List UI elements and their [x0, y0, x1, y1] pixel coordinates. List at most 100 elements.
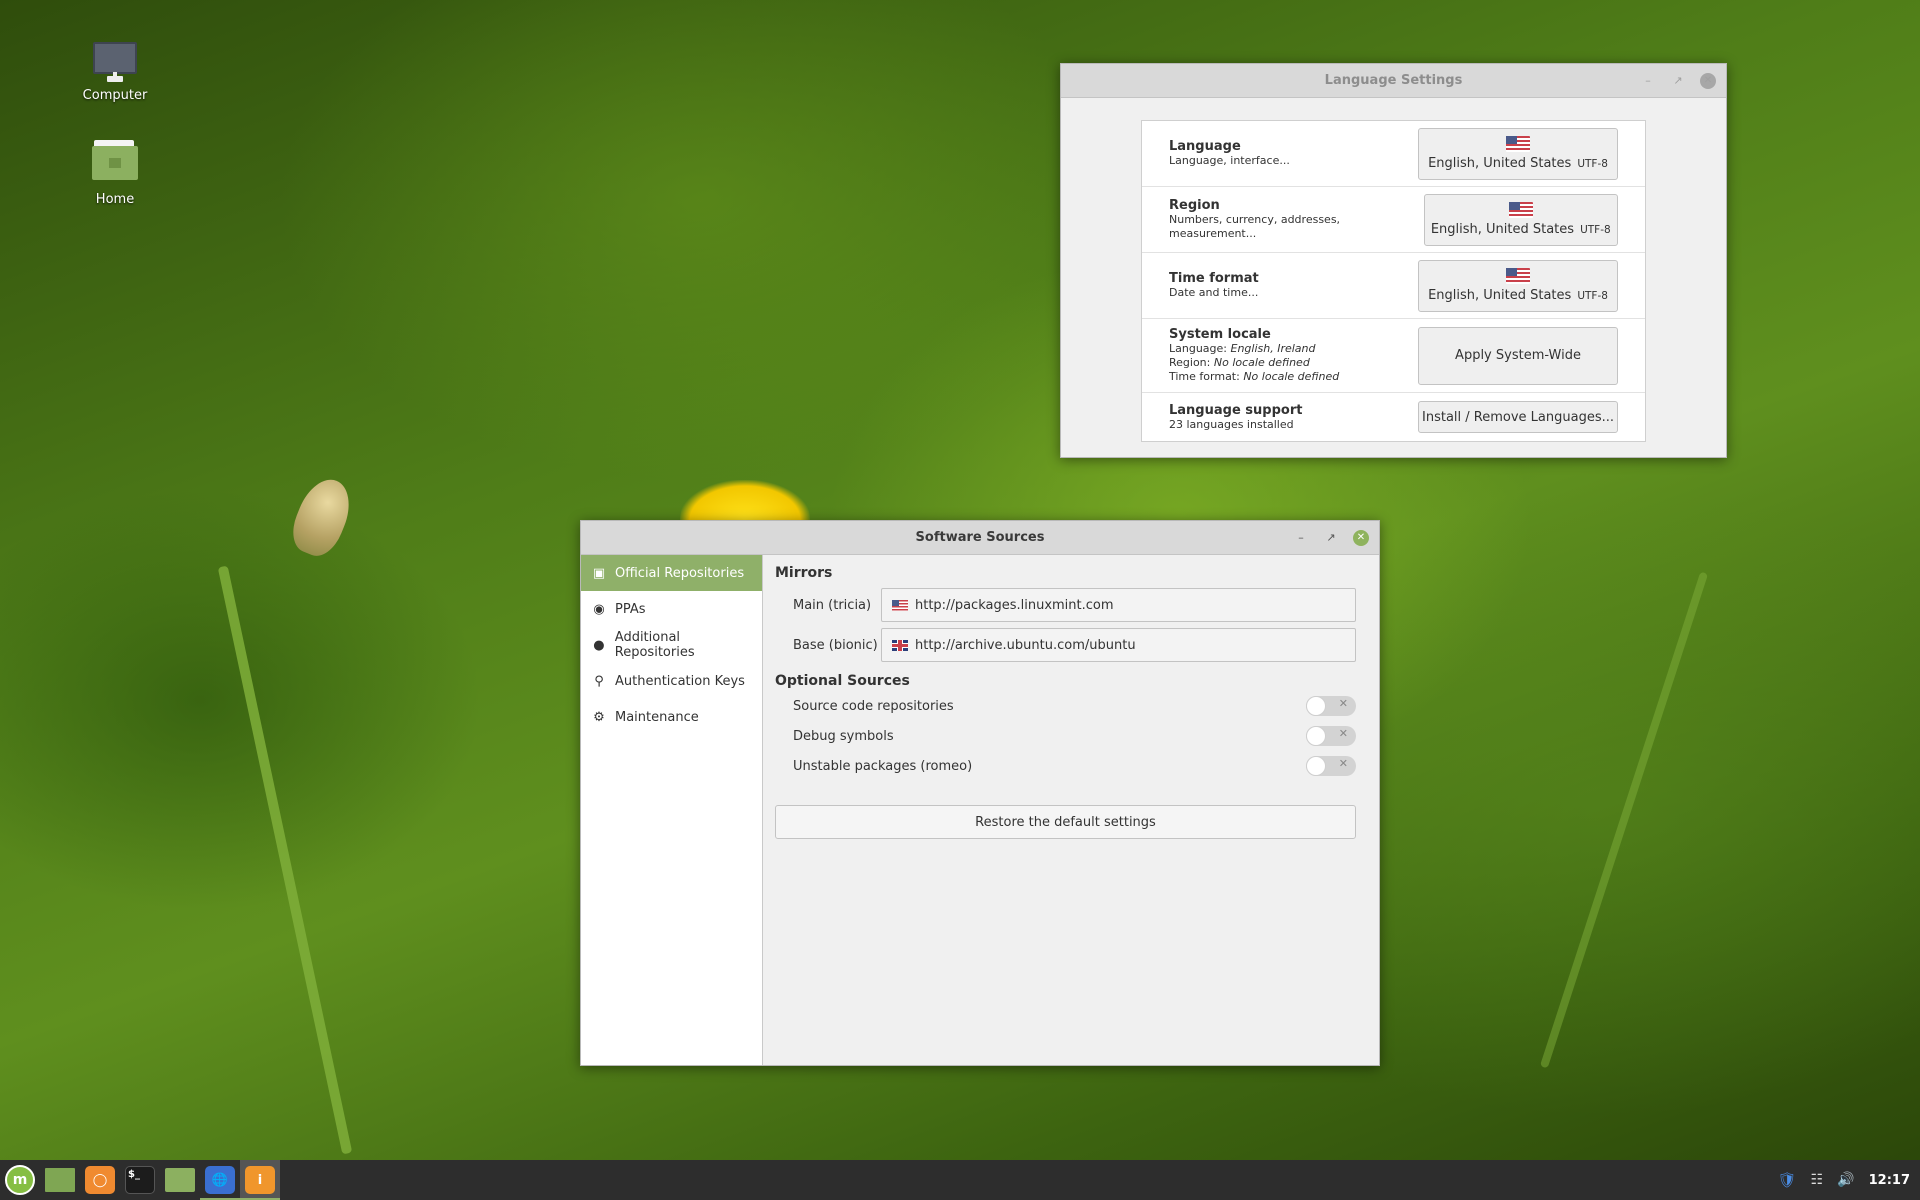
us-flag-icon [1506, 136, 1530, 152]
apply-system-wide-button[interactable]: Apply System-Wide [1418, 326, 1618, 385]
mirror-url: http://packages.linuxmint.com [915, 597, 1114, 613]
us-flag-icon [892, 599, 908, 611]
sidebar-item-label: Additional Repositories [614, 630, 695, 660]
time-format-select-button[interactable]: English, United States UTF-8 [1418, 259, 1618, 312]
close-button[interactable]: ✕ [1700, 72, 1716, 89]
row-title: Language support [1169, 402, 1303, 418]
show-desktop-button[interactable] [40, 1160, 80, 1200]
us-flag-icon [1506, 268, 1530, 284]
volume-icon[interactable]: 🔊 [1837, 1172, 1854, 1188]
update-manager-shield-icon[interactable]: 🛡 [1778, 1171, 1797, 1189]
sidebar-item-label: Authentication Keys [615, 673, 745, 689]
language-support-row: Language support 23 languages installed … [1142, 393, 1645, 441]
network-icon[interactable]: ☷ [1811, 1172, 1824, 1188]
option-label: Source code repositories [793, 698, 954, 714]
sidebar-item-label: Maintenance [615, 709, 699, 725]
row-subtitle: Language, interface... [1169, 154, 1290, 167]
region-select-button[interactable]: English, United States UTF-8 [1423, 193, 1618, 246]
option-source-code: Source code repositories ✕ [775, 691, 1356, 721]
key-icon: ⚲ [594, 673, 604, 689]
language-settings-icon: 🌐 [205, 1166, 235, 1194]
firefox-icon: ◯ [85, 1166, 115, 1194]
wallpaper-bud [285, 471, 359, 563]
sidebar-item-authentication-keys[interactable]: ⚲ Authentication Keys [581, 663, 762, 699]
mirror-row-base: Base (bionic) http://archive.ubuntu.com/… [775, 627, 1356, 663]
folder-icon [165, 1168, 195, 1192]
sidebar-item-ppas[interactable]: ◉ PPAs [581, 591, 762, 627]
titlebar[interactable]: Language Settings – ↗ ✕ [1061, 64, 1726, 98]
locale-language-value: English, Ireland [1230, 342, 1316, 355]
show-desktop-icon [45, 1168, 75, 1192]
unstable-packages-toggle[interactable]: ✕ [1306, 756, 1356, 776]
close-button[interactable]: ✕ [1353, 529, 1369, 546]
computer-icon [93, 42, 137, 82]
restore-defaults-button[interactable]: Restore the default settings [775, 805, 1356, 839]
files-launcher[interactable] [160, 1160, 200, 1200]
mirrors-heading: Mirrors [775, 565, 833, 581]
optional-sources-heading: Optional Sources [775, 673, 910, 689]
row-subtitle: Date and time... [1169, 286, 1259, 299]
menu-button[interactable]: m [0, 1160, 40, 1200]
home-folder-icon [92, 140, 138, 180]
option-label: Unstable packages (romeo) [793, 758, 973, 774]
option-debug-symbols: Debug symbols ✕ [775, 721, 1356, 751]
time-format-row: Time format Date and time... English, Un… [1142, 253, 1645, 319]
language-settings-task[interactable]: 🌐 [200, 1160, 240, 1200]
desktop-icon-computer[interactable]: Computer [60, 42, 170, 103]
button-value: English, United States [1428, 156, 1572, 171]
language-select-button[interactable]: English, United States UTF-8 [1418, 127, 1618, 180]
row-subtitle: Numbers, currency, addresses, measuremen… [1169, 213, 1341, 240]
maximize-button[interactable]: ↗ [1670, 73, 1686, 89]
mirror-url: http://archive.ubuntu.com/ubuntu [915, 637, 1136, 653]
main-mirror-button[interactable]: http://packages.linuxmint.com [881, 588, 1356, 622]
maximize-button[interactable]: ↗ [1323, 530, 1339, 546]
button-value: English, United States [1428, 288, 1572, 303]
linux-mint-logo-icon: m [5, 1165, 35, 1195]
option-unstable-packages: Unstable packages (romeo) ✕ [775, 751, 1356, 781]
language-settings-window: Language Settings – ↗ ✕ Language Languag… [1060, 63, 1727, 458]
locale-time-label: Time format: [1169, 370, 1240, 383]
sidebar-item-additional-repositories[interactable]: ● Additional Repositories [581, 627, 762, 663]
titlebar[interactable]: Software Sources – ↗ ✕ [581, 521, 1379, 555]
row-title: System locale [1169, 327, 1271, 342]
language-settings-list: Language Language, interface... English,… [1141, 120, 1646, 442]
minimize-button[interactable]: – [1640, 73, 1656, 89]
main-content: Mirrors Main (tricia) http://packages.li… [763, 555, 1379, 1065]
sidebar-item-label: Official Repositories [615, 565, 745, 581]
base-mirror-button[interactable]: http://archive.ubuntu.com/ubuntu [881, 628, 1356, 662]
sidebar-item-maintenance[interactable]: ⚙ Maintenance [581, 699, 762, 735]
firefox-launcher[interactable]: ◯ [80, 1160, 120, 1200]
row-title: Language [1169, 139, 1241, 154]
terminal-launcher[interactable]: $_ [120, 1160, 160, 1200]
button-encoding: UTF-8 [1577, 290, 1608, 302]
locale-region-value: No locale defined [1213, 356, 1310, 369]
row-title: Time format [1169, 271, 1259, 286]
maintenance-icon: ⚙ [593, 709, 605, 725]
wallpaper-stem [1539, 571, 1709, 1069]
row-subtitle: 23 languages installed [1169, 417, 1294, 431]
row-title: Region [1169, 198, 1220, 213]
source-code-toggle[interactable]: ✕ [1306, 696, 1356, 716]
mirror-label: Base (bionic) [793, 637, 878, 653]
language-row: Language Language, interface... English,… [1142, 121, 1645, 187]
sidebar-item-official-repositories[interactable]: ▣ Official Repositories [581, 555, 762, 591]
software-sources-icon: i [245, 1166, 275, 1194]
sidebar-item-label: PPAs [615, 601, 646, 617]
desktop-icon-home[interactable]: Home [60, 140, 170, 207]
globe-icon: ● [593, 637, 605, 653]
software-sources-task[interactable]: i [240, 1160, 280, 1200]
taskbar: m ◯ $_ 🌐 i 🛡 ☷ 🔊 12:17 [0, 1160, 1920, 1200]
debug-symbols-toggle[interactable]: ✕ [1306, 726, 1356, 746]
uk-flag-icon [892, 639, 908, 651]
package-icon: ▣ [592, 565, 606, 581]
install-remove-languages-button[interactable]: Install / Remove Languages... [1418, 401, 1618, 433]
ppa-icon: ◉ [593, 601, 605, 617]
clock[interactable]: 12:17 [1869, 1173, 1910, 1188]
desktop-icon-label: Home [95, 192, 135, 207]
locale-time-value: No locale defined [1243, 370, 1340, 383]
minimize-button[interactable]: – [1293, 530, 1309, 546]
locale-language-label: Language: [1169, 342, 1227, 355]
region-row: Region Numbers, currency, addresses, mea… [1142, 187, 1645, 253]
window-title: Language Settings [1324, 73, 1463, 88]
wallpaper-flower [680, 480, 810, 520]
